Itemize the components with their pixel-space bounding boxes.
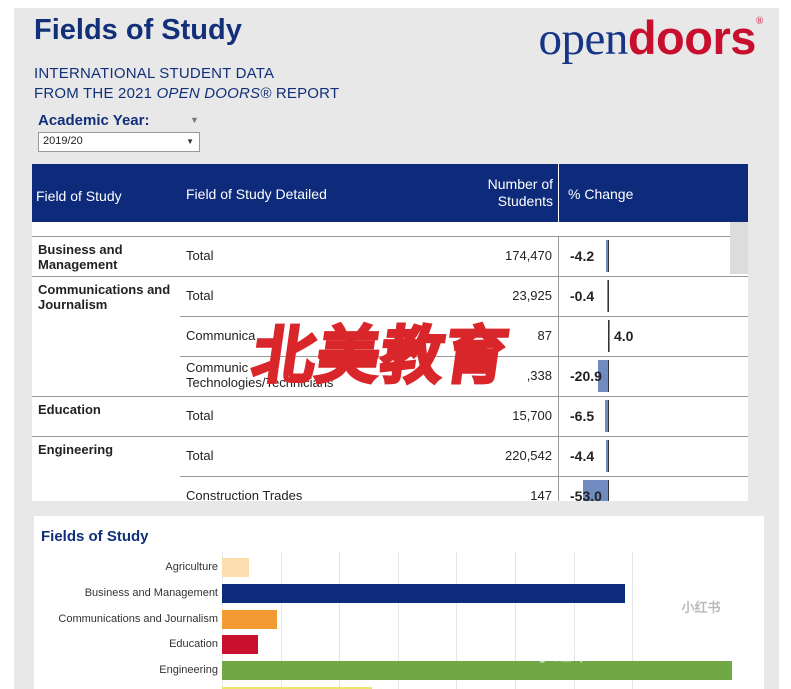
row-pct-change: -6.5 [570,408,595,424]
row-field-detailed: Construction Trades [186,488,303,501]
row-pct-change: -20.9 [570,368,602,384]
row-students: 147 [530,488,552,501]
watermark-badge: 小红书 [676,597,726,619]
pct-axis-line [608,320,609,352]
column-header-detailed[interactable]: Field of Study Detailed [186,186,327,202]
chevron-down-icon: ▼ [186,137,194,146]
column-header-pct-change[interactable]: % Change [568,186,633,202]
pct-axis-line [608,440,609,472]
filter-menu-caret-icon[interactable]: ▼ [190,115,199,125]
row-field-detailed: Total [186,448,214,463]
chart-category-label: Agriculture [165,561,218,573]
chart-category-label: Communications and Journalism [58,612,218,625]
row-field-detailed: Total [186,288,214,303]
pct-axis-line [608,240,609,272]
pct-axis-line [608,400,609,432]
subtitle-line-2: FROM THE 2021 OPEN DOORS® REPORT [34,85,340,102]
chart-title: Fields of Study [41,528,149,545]
table-row[interactable]: Engineering Total 220,542 -4.4 [32,436,748,476]
chart-category-label: Business and Management [84,586,218,599]
pct-axis-line [608,480,609,501]
pct-axis-line [608,360,609,392]
row-students: 174,470 [505,248,552,263]
table-scrollbar[interactable] [730,222,748,274]
column-divider-detail [180,236,181,501]
row-divider-top [32,236,748,237]
chart-bar[interactable] [222,583,626,603]
table-row[interactable]: Construction Trades 147 -53.0 [32,476,748,501]
row-field-detailed: Total [186,408,214,423]
row-students: 87 [537,328,552,343]
chart-category-label: Engineering [159,664,218,677]
row-students: 23,925 [512,288,552,303]
row-pct-change: 4.0 [614,328,634,344]
row-pct-change: -4.2 [570,248,595,264]
row-students: ,338 [526,368,552,383]
pct-axis-line [608,280,609,312]
page-title: Fields of Study [34,14,242,46]
chart-bar[interactable] [222,558,249,577]
academic-year-select[interactable]: 2019/20 ▼ [38,132,200,152]
column-header-students[interactable]: Number of Students [488,176,553,210]
row-field-name: Engineering [38,442,114,457]
chart-bar[interactable] [222,609,278,629]
row-field-name: Education [38,402,101,417]
row-field-detailed: Communica [186,328,256,343]
subtitle-line-1: INTERNATIONAL STUDENT DATA [34,65,275,82]
column-header-field[interactable]: Field of Study [36,188,122,204]
watermark-text: 北美教育 [247,318,516,394]
row-pct-change: -53.0 [570,488,602,501]
row-pct-change: -0.4 [570,288,595,304]
row-students: 220,542 [505,448,552,463]
table-row[interactable]: Business and Management Total 174,470 -4.2 [32,236,748,276]
chart-bar[interactable] [222,635,259,655]
row-pct-change: -4.4 [570,448,595,464]
row-field-name: Communications and Journalism [38,282,171,312]
row-students: 15,700 [512,408,552,423]
academic-year-label: Academic Year: [38,112,150,129]
row-field-detailed: Total [186,248,214,263]
table-header: Field of Study Field of Study Detailed N… [32,164,748,222]
column-divider [558,236,559,501]
watermark-id: 小红书 ID：620483490 [535,645,737,665]
opendoors-logo: opendoors® [538,11,763,65]
header-divider [558,164,559,222]
table-row[interactable]: Education Total 15,700 -6.5 [32,396,748,436]
chart-category-label: Education [169,638,218,651]
row-field-name: Business and Management [38,242,123,272]
